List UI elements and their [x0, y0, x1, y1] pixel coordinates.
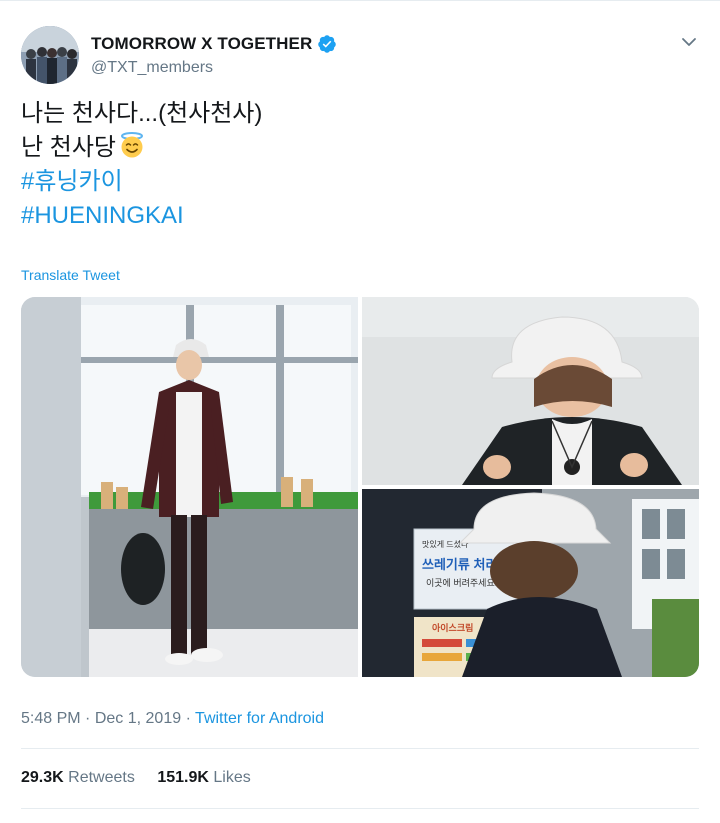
back-view-photo-image: 맛있게 드셨다 쓰레기류 처리 이곳에 버려주세요! 아이스크림 [362, 489, 699, 677]
photo-closeup[interactable] [362, 297, 699, 485]
retweets-stat[interactable]: 29.3K Retweets [21, 769, 135, 786]
verified-badge-icon [318, 35, 337, 53]
tweet-card: TOMORROW X TOGETHER @TXT_members 나는 천사다.… [0, 0, 720, 823]
tweet-meta: 5:48 PM · Dec 1, 2019 · Twitter for Andr… [21, 710, 324, 728]
hashtag-link[interactable]: #HUENINGKAI [21, 202, 184, 229]
sign-main-text: 쓰레기류 처리 [422, 557, 497, 572]
chevron-down-icon[interactable] [681, 34, 697, 50]
media-grid: 맛있게 드셨다 쓰레기류 처리 이곳에 버려주세요! 아이스크림 [21, 297, 699, 677]
hashtag-link[interactable]: #휴닝카이 [21, 168, 123, 195]
likes-label: Likes [213, 769, 251, 786]
retweets-label: Retweets [68, 769, 135, 786]
divider [21, 808, 699, 809]
divider [21, 748, 699, 749]
closeup-photo-image [362, 297, 699, 485]
name-row: TOMORROW X TOGETHER [91, 34, 337, 54]
photo-back-view[interactable]: 맛있게 드셨다 쓰레기류 처리 이곳에 버려주세요! 아이스크림 [362, 489, 699, 677]
photo-standing[interactable] [21, 297, 358, 677]
tweet-line-with-emoji: 난 천사당 [21, 131, 262, 165]
smiling-face-with-halo-icon [121, 132, 143, 158]
avatar[interactable] [21, 26, 79, 84]
tweet-line: 나는 천사다...(천사천사) [21, 100, 263, 127]
tweet-time[interactable]: 5:48 PM [21, 710, 81, 727]
likes-count: 151.9K [157, 769, 209, 786]
translate-tweet-link[interactable]: Translate Tweet [21, 267, 120, 283]
user-handle[interactable]: @TXT_members [91, 59, 213, 77]
tweet-date[interactable]: Dec 1, 2019 [95, 710, 181, 727]
retweets-count: 29.3K [21, 769, 64, 786]
avatar-image [21, 26, 79, 84]
tweet-line: 난 천사당 [21, 134, 116, 161]
sign-sub-text: 이곳에 버려주세요! [426, 578, 497, 588]
tweet-text: 나는 천사다...(천사천사) 난 천사당 #휴닝카이 #HUENINGKAI [21, 97, 262, 233]
tweet-source-link[interactable]: Twitter for Android [195, 710, 324, 727]
standing-photo-image [21, 297, 358, 677]
display-name[interactable]: TOMORROW X TOGETHER [91, 34, 312, 54]
poster-title-text: 아이스크림 [432, 622, 473, 633]
meta-separator: · [185, 710, 191, 727]
likes-stat[interactable]: 151.9K Likes [157, 769, 250, 786]
tweet-stats: 29.3K Retweets 151.9K Likes [21, 769, 269, 787]
meta-separator: · [85, 710, 91, 727]
